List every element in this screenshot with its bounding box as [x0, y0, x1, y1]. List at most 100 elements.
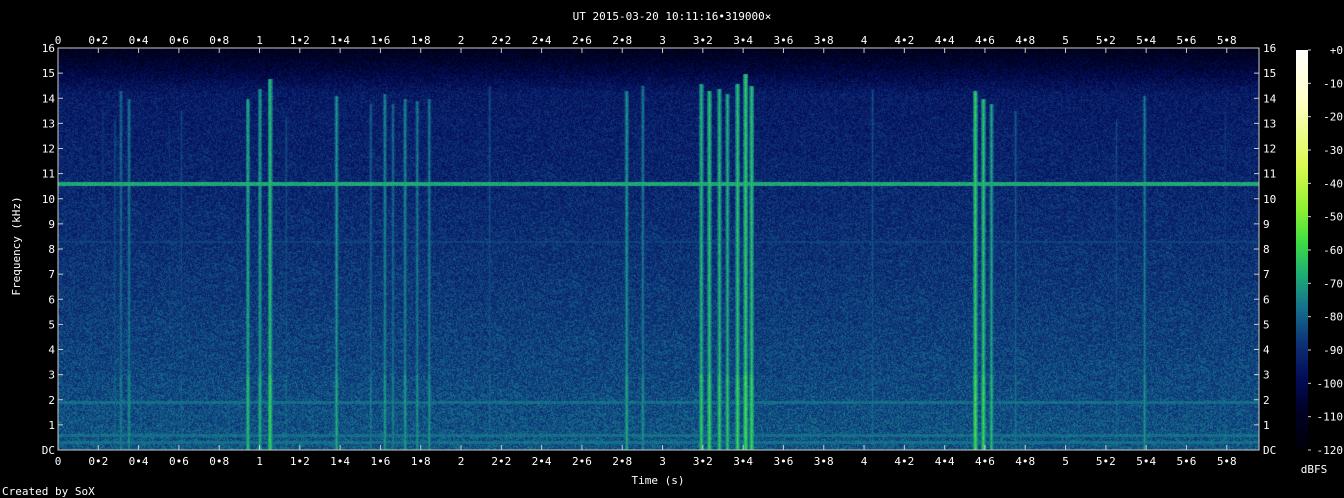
- x-tick-label-bottom: 5•2: [1096, 455, 1116, 468]
- spectrogram-chart: UT 2015-03-20 10:11:16•319000× 0 0 0•2 0•2 0…: [10, 10, 1343, 487]
- y-tick-label-right: 2: [1263, 394, 1270, 407]
- x-tick-label-bottom: 3: [659, 455, 666, 468]
- y-tick-label-left: 8: [48, 243, 55, 256]
- colorbar-tick-label: -60: [1323, 244, 1343, 257]
- x-tick-label-top: 3•8: [814, 34, 834, 47]
- x-tick-label-top: 2•2: [491, 34, 511, 47]
- y-tick-label-left: 14: [42, 92, 56, 105]
- y-tick-label-left: 3: [48, 369, 55, 382]
- x-tick-label-bottom: 4: [861, 455, 868, 468]
- y-tick-label-left: DC: [42, 444, 55, 457]
- y-tick-label-right: 14: [1263, 92, 1277, 105]
- x-tick-label-top: 2•6: [572, 34, 592, 47]
- x-tick-label-top: 2•8: [612, 34, 632, 47]
- y-tick-label-right: 3: [1263, 369, 1270, 382]
- x-tick-label-top: 0•8: [209, 34, 229, 47]
- y-tick-label-left: 10: [42, 193, 55, 206]
- y-tick-label-right: 15: [1263, 67, 1276, 80]
- colorbar-ticks: +0 -10 -20 -30 -40 -50 -60 -70 -80 -90 -100 -110 -12…: [1308, 44, 1343, 457]
- y-tick-label-left: 2: [48, 394, 55, 407]
- x-tick-label-bottom: 3•8: [814, 455, 834, 468]
- x-tick-label-top: 0•6: [169, 34, 189, 47]
- x-tick-label-bottom: 5•8: [1217, 455, 1237, 468]
- x-tick-label-top: 0: [55, 34, 62, 47]
- y-tick-label-right: 9: [1263, 218, 1270, 231]
- x-tick-label-top: 3•6: [773, 34, 793, 47]
- x-tick-label-top: 3: [659, 34, 666, 47]
- x-tick-label-top: 5•6: [1177, 34, 1197, 47]
- x-tick-label-bottom: 2•8: [612, 455, 632, 468]
- y-tick-label-right: 6: [1263, 293, 1270, 306]
- x-tick-label-bottom: 4•8: [1015, 455, 1035, 468]
- x-tick-label-bottom: 0•4: [129, 455, 149, 468]
- x-tick-label-bottom: 5: [1062, 455, 1069, 468]
- x-tick-label-bottom: 3•4: [733, 455, 753, 468]
- x-tick-label-top: 0•2: [88, 34, 108, 47]
- colorbar-tick-label: -30: [1323, 144, 1343, 157]
- x-tick-label-top: 4•8: [1015, 34, 1035, 47]
- y-tick-label-left: 16: [42, 42, 55, 55]
- y-tick-label-left: 6: [48, 293, 55, 306]
- x-tick-label-top: 5: [1062, 34, 1069, 47]
- y-tick-label-right: 13: [1263, 117, 1276, 130]
- colorbar-tick-label: -110: [1317, 411, 1344, 424]
- x-tick-label-top: 5•2: [1096, 34, 1116, 47]
- colorbar-tick-label: -80: [1323, 311, 1343, 324]
- x-tick-label-top: 2: [458, 34, 465, 47]
- colorbar-tick-label: -40: [1323, 177, 1343, 190]
- x-tick-label-bottom: 4•4: [935, 455, 955, 468]
- y-tick-label-right: 12: [1263, 143, 1276, 156]
- x-tick-label-top: 5•4: [1136, 34, 1156, 47]
- colorbar-tick-label: -20: [1323, 111, 1343, 124]
- x-tick-label-top: 1•2: [290, 34, 310, 47]
- y-tick-label-left: 13: [42, 117, 55, 130]
- x-tick-label-top: 4•6: [975, 34, 995, 47]
- y-tick-label-left: 1: [48, 419, 55, 432]
- x-tick-label-top: 5•8: [1217, 34, 1237, 47]
- y-tick-label-left: 9: [48, 218, 55, 231]
- y-tick-label-left: 11: [42, 168, 55, 181]
- y-tick-label-right: 11: [1263, 168, 1276, 181]
- x-tick-label-bottom: 1•6: [370, 455, 390, 468]
- y-tick-label-left: 5: [48, 318, 55, 331]
- colorbar-tick-label: -10: [1323, 77, 1343, 90]
- x-tick-label-bottom: 3•6: [773, 455, 793, 468]
- y-tick-label-right: 4: [1263, 344, 1270, 357]
- x-tick-label-top: 1•6: [370, 34, 390, 47]
- x-tick-label-top: 3•2: [693, 34, 713, 47]
- colorbar-tick-label: -100: [1317, 377, 1344, 390]
- y-tick-label-right: 8: [1263, 243, 1270, 256]
- x-tick-label-bottom: 3•2: [693, 455, 713, 468]
- y-tick-label-right: 5: [1263, 318, 1270, 331]
- x-tick-label-bottom: 0: [55, 455, 62, 468]
- x-tick-label-bottom: 1•4: [330, 455, 350, 468]
- x-tick-label-top: 1•8: [411, 34, 431, 47]
- y-tick-label-right: DC: [1263, 444, 1276, 457]
- y-tick-label-right: 10: [1263, 193, 1276, 206]
- x-tick-label-bottom: 1•8: [411, 455, 431, 468]
- x-tick-label-bottom: 1•2: [290, 455, 310, 468]
- y-axis-label: Frequency (kHz): [10, 196, 23, 295]
- x-tick-label-bottom: 0•6: [169, 455, 189, 468]
- x-tick-label-bottom: 0•2: [88, 455, 108, 468]
- y-tick-label-left: 15: [42, 67, 55, 80]
- x-tick-label-bottom: 2•6: [572, 455, 592, 468]
- y-tick-label-left: 7: [48, 268, 55, 281]
- x-tick-label-bottom: 2•4: [532, 455, 552, 468]
- x-tick-label-top: 4•2: [894, 34, 914, 47]
- x-tick-label-bottom: 4•6: [975, 455, 995, 468]
- x-tick-label-bottom: 5•6: [1177, 455, 1197, 468]
- colorbar-tick-label: -90: [1323, 344, 1343, 357]
- x-tick-label-bottom: 4•2: [894, 455, 914, 468]
- credit-text: Created by SoX: [2, 485, 95, 498]
- colorbar-tick-label: -70: [1323, 277, 1343, 290]
- colorbar-label: dBFS: [1301, 463, 1328, 476]
- y-tick-label-left: 12: [42, 143, 55, 156]
- x-tick-label-top: 1•4: [330, 34, 350, 47]
- y-tick-label-right: 1: [1263, 419, 1270, 432]
- x-tick-label-top: 0•4: [129, 34, 149, 47]
- x-axis-label: Time (s): [632, 474, 685, 487]
- x-tick-label-top: 3•4: [733, 34, 753, 47]
- y-tick-label-left: 4: [48, 344, 55, 357]
- colorbar-tick-label: +0: [1330, 44, 1343, 57]
